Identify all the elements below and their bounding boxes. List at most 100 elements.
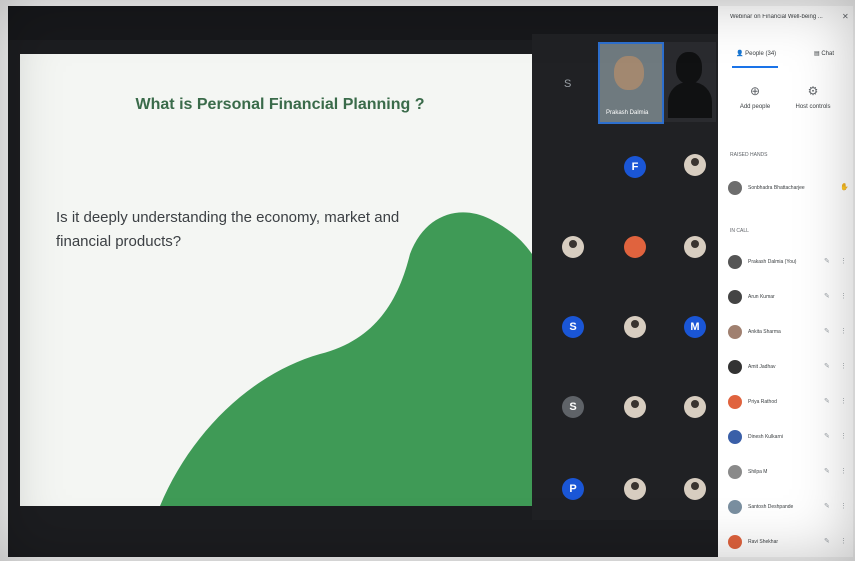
avatar: M [684, 316, 706, 338]
avatar [728, 360, 742, 374]
silhouette-head [676, 52, 702, 84]
slide-title: What is Personal Financial Planning ? [135, 96, 425, 113]
participant-tile[interactable] [618, 310, 652, 344]
avatar [728, 181, 742, 195]
host-controls-label: Host controls [795, 104, 831, 110]
meeting-screen: What is Personal Financial Planning ? Is… [8, 6, 853, 557]
close-icon[interactable]: ✕ [842, 12, 849, 21]
participant-tile[interactable] [678, 148, 712, 182]
presenter-video-tile[interactable]: Prakash Dalmia [598, 42, 664, 124]
tab-chat-label: Chat [821, 51, 835, 57]
participant-letter-s: S [564, 78, 572, 90]
participant-name: Sonbhadra Bhattacharjee [748, 185, 805, 191]
avatar [684, 478, 706, 500]
participant-name: Amit Jadhav [748, 364, 776, 370]
participant-tile[interactable] [678, 472, 712, 506]
participant-tile[interactable] [556, 230, 590, 264]
people-sidebar: Webinar on Financial Well-being ... ✕ 👤 … [718, 6, 853, 557]
more-options-icon[interactable]: ⋮ [840, 467, 847, 475]
avatar: P [562, 478, 584, 500]
slide-green-shape [160, 212, 532, 506]
presenter-name: Prakash Dalmia [606, 110, 649, 116]
avatar [684, 154, 706, 176]
avatar [728, 290, 742, 304]
participant-tile[interactable]: M [678, 310, 712, 344]
avatar [728, 465, 742, 479]
add-person-icon: ⊕ [749, 84, 761, 98]
tab-people[interactable]: 👤 People (34) [736, 50, 776, 57]
avatar [728, 500, 742, 514]
participant-tile[interactable] [618, 230, 652, 264]
avatar [562, 236, 584, 258]
presentation-slide: What is Personal Financial Planning ? Is… [20, 54, 532, 506]
mic-off-icon[interactable]: ✎ [824, 257, 830, 265]
participant-name: Dinesh Kulkarni [748, 434, 784, 440]
meeting-title: Webinar on Financial Well-being ... [730, 14, 823, 20]
mic-off-icon[interactable]: ✎ [824, 397, 830, 405]
mic-off-icon[interactable]: ✎ [824, 327, 830, 335]
avatar [624, 236, 646, 258]
raised-hand-row[interactable]: Sonbhadra Bhattacharjee ✋ [728, 178, 850, 200]
mic-off-icon[interactable]: ✎ [824, 432, 830, 440]
participant-name: Shilpa M [748, 469, 768, 475]
avatar [728, 430, 742, 444]
slide-body-text: Is it deeply understanding the economy, … [56, 209, 400, 250]
participant-tile[interactable]: F [618, 150, 652, 184]
participant-name: Ravi Shekhar [748, 539, 779, 545]
avatar [728, 535, 742, 549]
more-options-icon[interactable]: ⋮ [840, 537, 847, 545]
mic-off-icon[interactable]: ✎ [824, 292, 830, 300]
host-controls-icon: ⚙ [807, 84, 819, 98]
participant-name: Ankita Sharma [748, 329, 781, 335]
participant-tile[interactable] [618, 390, 652, 424]
more-options-icon[interactable]: ⋮ [840, 502, 847, 510]
more-options-icon[interactable]: ⋮ [840, 292, 847, 300]
participant-name: Arun Kumar [748, 294, 775, 300]
tab-people-label: People (34) [745, 51, 777, 57]
avatar: F [624, 156, 646, 178]
participant-row[interactable]: Dinesh Kulkarni ✎ ⋮ [728, 427, 850, 449]
participant-tile[interactable]: P [556, 472, 590, 506]
more-options-icon[interactable]: ⋮ [840, 432, 847, 440]
participant-tile[interactable] [678, 230, 712, 264]
participant-tile[interactable] [678, 390, 712, 424]
participant-name: Priya Rathod [748, 399, 777, 405]
more-options-icon[interactable]: ⋮ [840, 397, 847, 405]
participant-row[interactable]: Arun Kumar ✎ ⋮ [728, 287, 850, 309]
person-icon: 👤 [736, 51, 744, 57]
more-options-icon[interactable]: ⋮ [840, 362, 847, 370]
avatar [684, 236, 706, 258]
more-options-icon[interactable]: ⋮ [840, 327, 847, 335]
more-options-icon[interactable]: ⋮ [840, 257, 847, 265]
participant-row[interactable]: Ankita Sharma ✎ ⋮ [728, 322, 850, 344]
avatar: S [562, 396, 584, 418]
participant-name: Prakash Dalmia (You) [748, 259, 797, 265]
participant-grid: S Prakash Dalmia F S M S P [532, 34, 720, 520]
participant-row[interactable]: Prakash Dalmia (You) ✎ ⋮ [728, 252, 850, 274]
participant-row[interactable]: Priya Rathod ✎ ⋮ [728, 392, 850, 414]
host-controls-button[interactable]: ⚙ Host controls [788, 84, 838, 110]
participant-tile[interactable]: S [556, 390, 590, 424]
participant-tile[interactable] [618, 472, 652, 506]
avatar [684, 396, 706, 418]
participant-row[interactable]: Ravi Shekhar ✎ ⋮ [728, 532, 850, 554]
participant-name: Santosh Deshpande [748, 504, 794, 510]
add-people-button[interactable]: ⊕ Add people [730, 84, 780, 110]
avatar [624, 316, 646, 338]
participant-tile[interactable]: S [556, 310, 590, 344]
avatar [728, 255, 742, 269]
active-tab-indicator [732, 66, 778, 68]
mic-off-icon[interactable]: ✎ [824, 467, 830, 475]
mic-off-icon[interactable]: ✎ [824, 502, 830, 510]
mic-off-icon[interactable]: ✎ [824, 362, 830, 370]
participant-row[interactable]: Shilpa M ✎ ⋮ [728, 462, 850, 484]
in-call-heading: IN CALL [730, 228, 749, 234]
mic-off-icon[interactable]: ✎ [824, 537, 830, 545]
participant-row[interactable]: Amit Jadhav ✎ ⋮ [728, 357, 850, 379]
camera-video-tile[interactable] [664, 42, 716, 122]
avatar [728, 325, 742, 339]
participant-row[interactable]: Santosh Deshpande ✎ ⋮ [728, 497, 850, 519]
presenter-face [614, 56, 644, 90]
raised-hands-heading: RAISED HANDS [730, 152, 768, 158]
tab-chat[interactable]: ▤ Chat [814, 50, 834, 57]
